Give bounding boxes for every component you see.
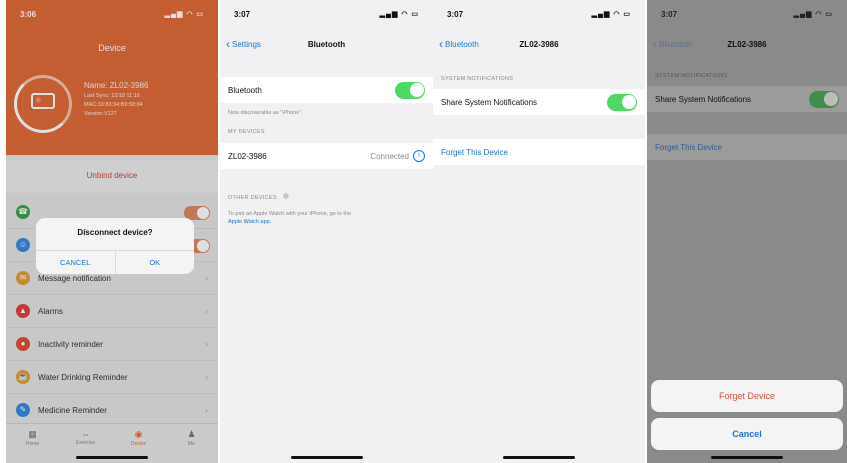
my-devices-header: MY DEVICES [228,129,265,135]
back-button[interactable]: ‹ Bluetooth [439,37,479,51]
chevron-left-icon: ‹ [439,37,443,51]
info-icon[interactable]: i [413,150,425,162]
discoverable-note: Now discoverable as "iPhone". [228,110,303,116]
home-indicator [503,456,575,459]
alert-buttons: CANCEL OK [36,250,194,274]
spinner-icon: ✲ [282,192,290,201]
bluetooth-settings-screen: 3:07 ▂▄▆ ◠ ▭ ‹ Settings Bluetooth Bluetoo… [220,0,433,463]
device-app-screen: 3:06 ▂▄▆ ◠ ▭ Device Ⓑ Name: ZL02-3986 La… [6,0,218,463]
home-indicator [290,456,363,459]
forget-device-button[interactable]: Forget Device [651,380,843,412]
alert-title: Disconnect device? [77,228,153,237]
system-notifications-header: SYSTEM NOTIFICATIONS [441,76,514,82]
share-notifications-label: Share System Notifications [441,97,538,107]
cancel-button[interactable]: CANCEL [36,251,115,274]
status-bar: 3:07 ▂▄▆ ◠ ▭ [647,0,847,28]
bluetooth-toggle[interactable] [395,81,425,99]
pair-note-text: To pair an Apple Watch with your iPhone,… [228,211,352,217]
status-time: 3:07 [234,9,251,19]
home-indicator [76,456,148,459]
share-notifications-row: Share System Notifications [433,89,645,115]
device-name: ZL02-3986 [228,151,267,161]
other-devices-label: OTHER DEVICES [228,195,277,201]
forget-device-row[interactable]: Forget This Device [647,134,847,160]
back-label: Settings [232,39,261,49]
nav-bar: ‹ Bluetooth ZL02-3986 [433,28,645,60]
chevron-left-icon: ‹ [226,37,230,51]
status-time: 3:07 [447,9,464,19]
nav-bar: ‹ Settings Bluetooth [220,28,433,60]
forget-device-sheet-screen: 3:07 ▂▄▆ ◠ ▭ ‹ Bluetooth ZL02-3986 SYSTEM… [647,0,847,463]
apple-watch-app-link[interactable]: Apple Watch app. [228,219,271,225]
bluetooth-row: Bluetooth [220,77,433,103]
device-status: Connected [370,151,409,161]
device-row[interactable]: ZL02-3986 Connected i [220,143,433,169]
status-icons: ▂▄▆ ◠ ▭ [591,11,631,18]
screenshot-collage: 3:06 ▂▄▆ ◠ ▭ Device Ⓑ Name: ZL02-3986 La… [0,0,847,463]
home-indicator [711,456,783,459]
share-notifications-label: Share System Notifications [655,94,752,104]
system-notifications-header: SYSTEM NOTIFICATIONS [655,73,728,79]
status-bar: 3:07 ▂▄▆ ◠ ▭ [433,0,645,28]
share-notifications-row: Share System Notifications [647,86,847,112]
disconnect-alert: Disconnect device? CANCEL OK [36,218,194,274]
cancel-button[interactable]: Cancel [651,418,843,450]
pair-note: To pair an Apple Watch with your iPhone,… [228,210,425,226]
status-icons: ▂▄▆ ◠ ▭ [793,11,833,18]
status-bar: 3:07 ▂▄▆ ◠ ▭ [220,0,433,28]
nav-bar: ‹ Bluetooth ZL02-3986 [647,28,847,60]
share-notifications-toggle[interactable] [607,93,637,111]
forget-device-button[interactable]: Forget This Device [433,139,645,165]
chevron-left-icon: ‹ [653,37,657,51]
back-button[interactable]: ‹ Settings [226,37,261,51]
share-notifications-toggle[interactable] [809,90,839,108]
device-detail-screen: 3:07 ▂▄▆ ◠ ▭ ‹ Bluetooth ZL02-3986 SYSTEM… [433,0,645,463]
status-time: 3:07 [661,9,678,19]
other-devices-header: OTHER DEVICES ✲ [228,192,290,201]
back-label: Bluetooth [659,39,693,49]
ok-button[interactable]: OK [114,251,195,274]
bluetooth-label: Bluetooth [228,85,262,95]
status-icons: ▂▄▆ ◠ ▭ [379,11,419,18]
back-button[interactable]: ‹ Bluetooth [653,37,693,51]
back-label: Bluetooth [445,39,479,49]
